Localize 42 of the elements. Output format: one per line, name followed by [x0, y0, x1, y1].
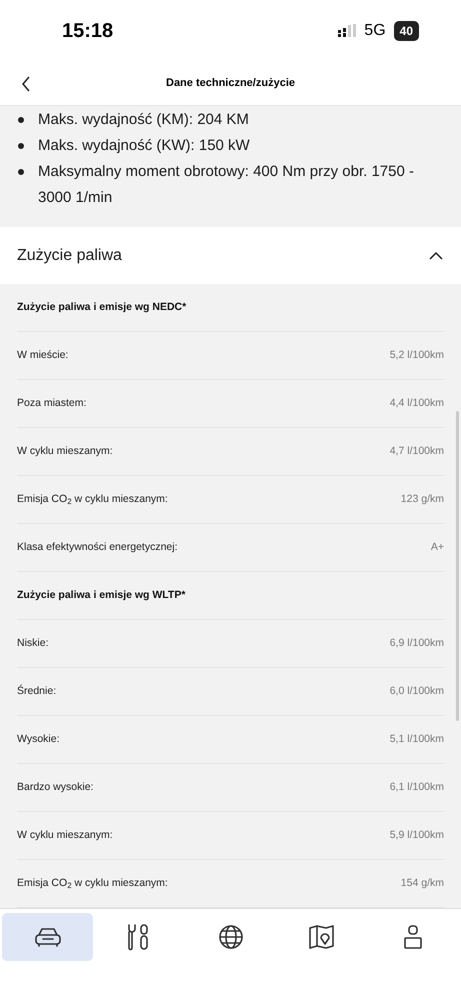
- tab-button[interactable]: [2, 913, 94, 961]
- row-label: Poza miastem:: [17, 396, 86, 411]
- bullet-icon: [18, 117, 24, 123]
- profile-icon: [403, 924, 424, 950]
- map-icon: [308, 924, 336, 950]
- row-label: Bardzo wysokie:: [17, 780, 94, 795]
- chevron-icon: [428, 250, 444, 260]
- signal-icon: [338, 24, 356, 38]
- row-label: Średnie:: [17, 684, 56, 699]
- row-label: Wysokie:: [17, 732, 60, 747]
- globe-icon: [218, 924, 244, 950]
- row-value: 5,1 l/100km: [390, 732, 444, 747]
- row-label: W mieście:: [17, 348, 68, 363]
- row-value: 4,4 l/100km: [390, 396, 444, 411]
- network-label: 5G: [364, 21, 386, 41]
- section-heading: Zużycie paliwa i emisje wg WLTP*: [17, 588, 186, 603]
- row-value: 6,9 l/100km: [390, 636, 444, 651]
- bullet-icon: [18, 143, 24, 149]
- row-value: 6,0 l/100km: [390, 684, 444, 699]
- row-value: A+: [430, 540, 444, 555]
- row-value: 154 g/km: [400, 876, 444, 891]
- accordion-header[interactable]: Zużycie paliwa: [0, 227, 461, 284]
- battery-indicator: 40: [394, 21, 419, 41]
- row-label: Klasa efektywności energetycznej:: [17, 540, 178, 555]
- spec-text: Maks. wydajność (KM): 204 KM: [38, 110, 249, 130]
- row-value: 4,7 l/100km: [390, 444, 444, 459]
- row-value: 5,9 l/100km: [390, 828, 444, 843]
- section-heading: Zużycie paliwa i emisje wg NEDC*: [17, 300, 186, 315]
- row-label: W cyklu mieszanym:: [17, 828, 113, 843]
- row-value: 5,2 l/100km: [390, 348, 444, 363]
- row-label: W cyklu mieszanym:: [17, 444, 113, 459]
- row-value: 6,1 l/100km: [390, 780, 444, 795]
- spec-text: Maksymalny moment obrotowy: 400 Nm przy obr. 1750 - 3000 1/min: [38, 162, 415, 208]
- status-time: 15:18: [62, 19, 114, 44]
- page-title: Dane techniczne/zużycie: [166, 76, 295, 92]
- row-label: Emisja CO$_{2}$ w cyklu mieszanym:: [17, 876, 168, 892]
- car-icon: [34, 926, 62, 948]
- row-label: Niskie:: [17, 636, 49, 651]
- row-label: Emisja CO$_{2}$ w cyklu mieszanym:: [17, 492, 168, 508]
- row-value: 123 g/km: [400, 492, 444, 507]
- bullet-icon: [18, 169, 24, 175]
- spec-text: Maks. wydajność (KW): 150 kW: [38, 136, 250, 156]
